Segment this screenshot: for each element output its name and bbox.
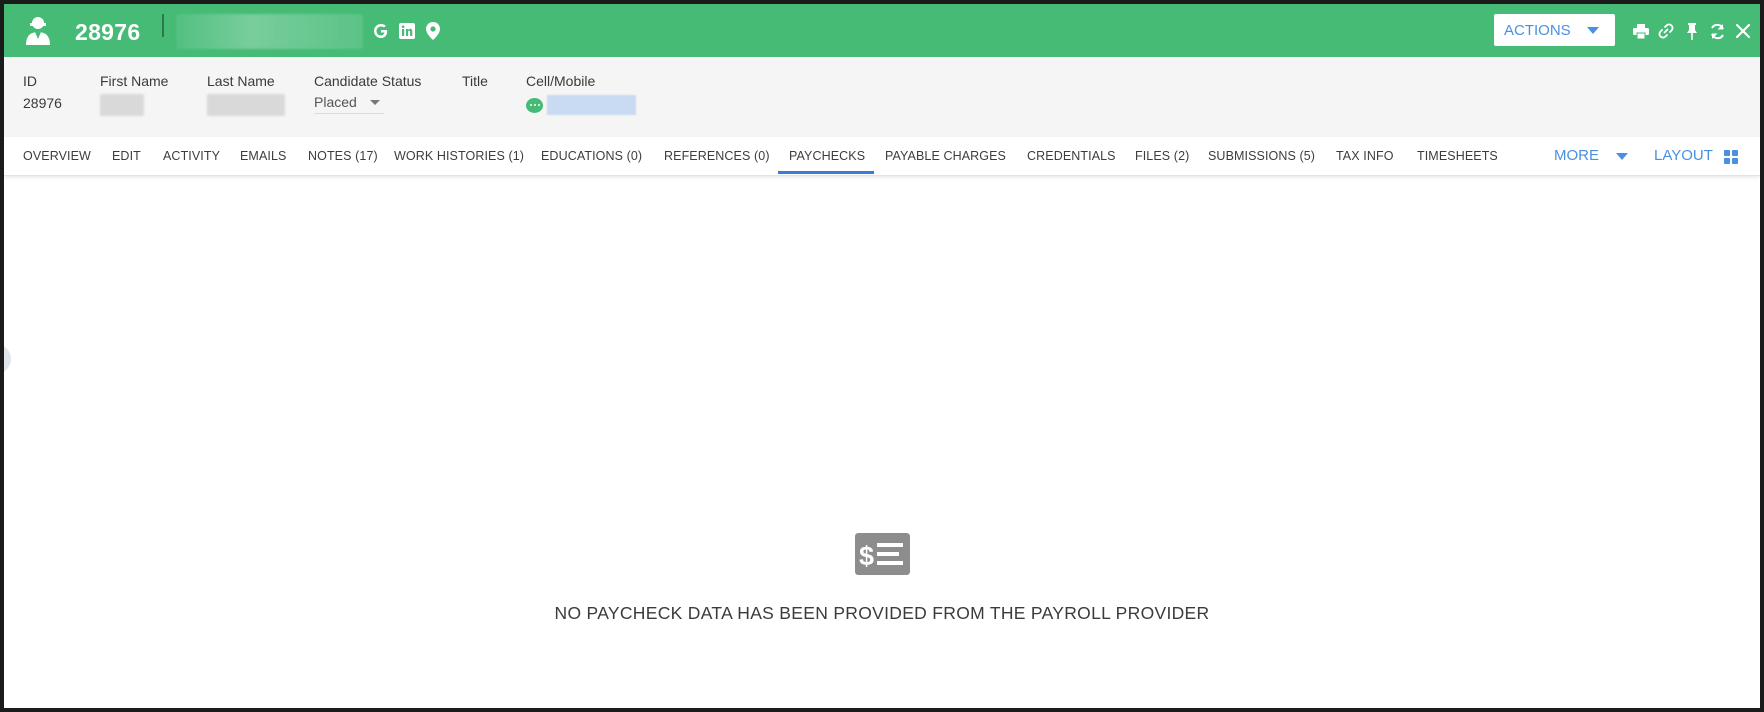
actions-dropdown-button[interactable]: ACTIONS — [1494, 14, 1615, 46]
paycheck-icon: $ — [855, 533, 910, 575]
tab-timesheets[interactable]: TIMESHEETS — [1417, 149, 1498, 163]
tab-submissions[interactable]: SUBMISSIONS (5) — [1208, 149, 1315, 163]
tab-overview[interactable]: OVERVIEW — [23, 149, 91, 163]
record-id-title: 28976 — [75, 19, 141, 45]
candidate-record-window: 28976 ACTIONS ID 28976 First Name Last N… — [4, 4, 1760, 708]
last-name-field: Last Name — [207, 73, 285, 116]
tab-work-histories[interactable]: WORK HISTORIES (1) — [394, 149, 524, 163]
refresh-icon[interactable] — [1706, 20, 1728, 42]
id-value: 28976 — [23, 95, 62, 111]
tab-credentials[interactable]: CREDENTIALS — [1027, 149, 1116, 163]
sms-chat-icon[interactable] — [526, 97, 543, 113]
side-panel-toggle[interactable] — [4, 344, 11, 374]
last-name-redacted — [207, 94, 285, 116]
candidate-summary-strip: ID 28976 First Name Last Name Candidate … — [4, 57, 1760, 137]
first-name-label: First Name — [100, 73, 169, 89]
title-field: Title — [462, 73, 488, 89]
tab-activity[interactable]: ACTIVITY — [163, 149, 220, 163]
more-tabs-button[interactable]: MORE — [1554, 147, 1599, 164]
candidate-status-field: Candidate Status Placed — [314, 73, 421, 114]
candidate-status-label: Candidate Status — [314, 73, 422, 89]
tab-references[interactable]: REFERENCES (0) — [664, 149, 770, 163]
chevron-down-icon[interactable] — [1616, 153, 1628, 160]
title-label: Title — [462, 73, 488, 89]
tab-edit[interactable]: EDIT — [112, 149, 141, 163]
candidate-person-icon — [26, 17, 50, 45]
tab-notes[interactable]: NOTES (17) — [308, 149, 378, 163]
tab-educations[interactable]: EDUCATIONS (0) — [541, 149, 642, 163]
id-label: ID — [23, 73, 37, 89]
cell-number-redacted[interactable] — [547, 95, 636, 115]
chevron-down-icon — [1587, 27, 1599, 34]
chevron-down-icon — [370, 99, 380, 105]
svg-text:$: $ — [859, 541, 874, 571]
id-field: ID 28976 — [23, 73, 62, 111]
last-name-label: Last Name — [207, 73, 275, 89]
empty-state-message: NO PAYCHECK DATA HAS BEEN PROVIDED FROM … — [554, 603, 1210, 623]
print-icon[interactable] — [1630, 20, 1652, 42]
link-icon[interactable] — [1655, 20, 1677, 42]
record-header: 28976 ACTIONS — [4, 4, 1760, 57]
cell-mobile-label: Cell/Mobile — [526, 73, 596, 89]
close-icon[interactable] — [1732, 20, 1754, 42]
active-tab-indicator — [778, 171, 874, 174]
tab-files[interactable]: FILES (2) — [1135, 149, 1189, 163]
first-name-field: First Name — [100, 73, 168, 116]
google-icon[interactable] — [370, 20, 392, 42]
header-divider — [162, 14, 164, 37]
first-name-redacted — [100, 94, 144, 116]
cell-mobile-field: Cell/Mobile — [526, 73, 636, 115]
tab-emails[interactable]: EMAILS — [240, 149, 286, 163]
candidate-name-redacted — [176, 14, 363, 49]
record-tabs: OVERVIEW EDIT ACTIVITY EMAILS NOTES (17)… — [4, 137, 1760, 176]
actions-label: ACTIONS — [1504, 21, 1571, 39]
tab-tax-info[interactable]: TAX INFO — [1336, 149, 1394, 163]
candidate-status-value: Placed — [314, 94, 357, 110]
grid-layout-icon[interactable] — [1724, 150, 1738, 164]
tab-payable-charges[interactable]: PAYABLE CHARGES — [885, 149, 1006, 163]
pin-icon[interactable] — [1681, 20, 1703, 42]
candidate-status-select[interactable]: Placed — [314, 94, 384, 114]
layout-button[interactable]: LAYOUT — [1654, 147, 1713, 164]
linkedin-icon[interactable] — [396, 20, 418, 42]
map-pin-icon[interactable] — [422, 20, 444, 42]
tab-paychecks[interactable]: PAYCHECKS — [789, 149, 865, 163]
